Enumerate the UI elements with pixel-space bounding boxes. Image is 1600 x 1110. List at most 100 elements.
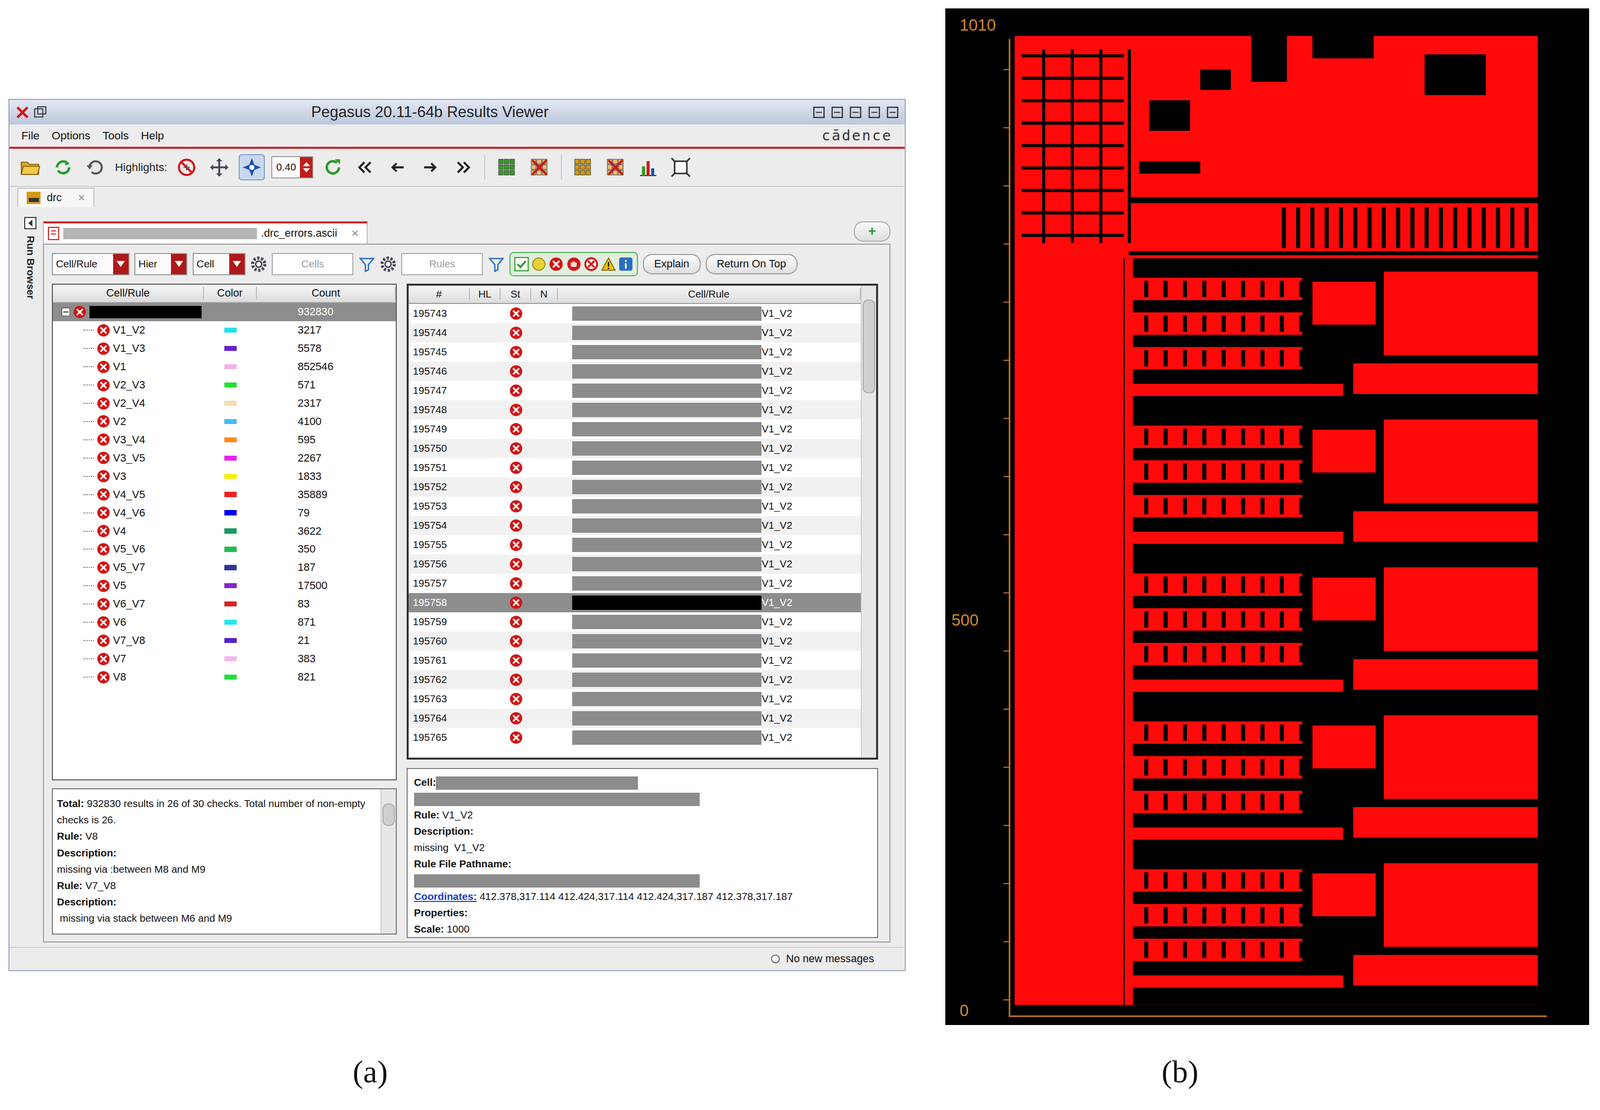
toolbar-button[interactable]	[238, 154, 266, 181]
column-header[interactable]: HL	[469, 288, 501, 300]
tree-root-row[interactable]: 932830	[52, 302, 396, 322]
menu-item[interactable]: File	[21, 128, 40, 143]
rule-row[interactable]: V4_V679	[52, 503, 396, 522]
toolbar-button[interactable]	[602, 154, 630, 181]
result-row[interactable]: 195757V1_V2	[408, 573, 861, 593]
result-row[interactable]: 195759V1_V2	[408, 612, 861, 632]
view-select[interactable]: Cell/Rule	[51, 252, 130, 276]
result-row[interactable]: 195755V1_V2	[408, 535, 861, 555]
waived-filter-icon[interactable]	[566, 256, 582, 272]
result-row[interactable]: 195763V1_V2	[408, 689, 861, 709]
result-row[interactable]: 195765V1_V2	[408, 727, 861, 748]
scrollbar[interactable]	[860, 285, 877, 758]
shade-icon[interactable]	[849, 106, 862, 119]
view-select[interactable]: Hier	[134, 252, 188, 276]
result-row[interactable]: 195761V1_V2	[408, 650, 861, 671]
rule-row[interactable]: V8821	[52, 668, 396, 687]
rule-row[interactable]: V7_V821	[52, 631, 396, 650]
toolbar-button[interactable]	[351, 154, 379, 181]
info-filter-icon[interactable]	[618, 256, 633, 272]
float-icon[interactable]	[868, 106, 881, 119]
column-header[interactable]: Color	[204, 286, 257, 300]
gear-icon[interactable]	[250, 255, 267, 273]
close-icon[interactable]	[886, 106, 899, 119]
rule-row[interactable]: V4_V535889	[52, 485, 396, 504]
result-row[interactable]: 195752V1_V2	[408, 477, 861, 497]
result-row[interactable]: 195750V1_V2	[408, 438, 861, 459]
rule-row[interactable]: V31833	[52, 466, 396, 486]
result-row[interactable]: 195747V1_V2	[408, 380, 861, 401]
toolbar-button[interactable]	[417, 154, 444, 181]
column-header[interactable]: St	[500, 288, 532, 300]
tab-close[interactable]: ×	[78, 190, 85, 205]
menu-item[interactable]: Tools	[102, 128, 129, 143]
result-row[interactable]: 195753V1_V2	[408, 496, 861, 516]
result-row[interactable]: 195760V1_V2	[408, 631, 861, 651]
spinner-icon[interactable]	[299, 157, 313, 178]
result-row[interactable]: 195754V1_V2	[408, 515, 861, 536]
filter-icon[interactable]	[358, 255, 376, 273]
filter-icon[interactable]	[488, 255, 505, 273]
result-row[interactable]: 195762V1_V2	[408, 670, 861, 690]
toolbar-button[interactable]	[173, 154, 201, 181]
rule-row[interactable]: V1852546	[52, 357, 396, 377]
add-tab-button[interactable]: +	[853, 221, 891, 242]
rule-row[interactable]: V2_V42317	[52, 393, 396, 413]
action-button[interactable]: Explain	[642, 253, 701, 275]
view-select[interactable]: Cell	[192, 252, 246, 276]
opacity-field[interactable]: 0.40	[271, 156, 314, 179]
column-header[interactable]: Cell/Rule	[557, 288, 861, 300]
rule-row[interactable]: V24100	[52, 412, 396, 431]
rule-row[interactable]: V43622	[52, 521, 396, 541]
toolbar-button[interactable]	[569, 154, 597, 181]
stay-on-top-icon[interactable]	[831, 106, 844, 119]
rule-row[interactable]: V517500	[52, 576, 396, 595]
check-filter-icon[interactable]	[514, 256, 529, 272]
toolbar-button[interactable]	[449, 154, 477, 181]
rule-row[interactable]: V5_V7187	[52, 558, 396, 577]
result-row[interactable]: 195749V1_V2	[408, 419, 861, 439]
toolbar-button[interactable]	[82, 154, 110, 181]
column-header[interactable]: N	[531, 288, 558, 300]
rule-row[interactable]: V7383	[52, 649, 396, 669]
toolbar-button[interactable]	[526, 154, 553, 181]
tab-close[interactable]: ×	[351, 226, 359, 241]
result-row[interactable]: 195758V1_V2	[408, 592, 861, 613]
toolbar-button[interactable]	[17, 154, 44, 181]
result-row[interactable]: 195746V1_V2	[408, 361, 861, 381]
toolbar-button[interactable]	[634, 154, 662, 181]
menu-item[interactable]: Help	[140, 128, 165, 143]
warning-filter-icon[interactable]	[601, 256, 616, 272]
result-row[interactable]: 195745V1_V2	[408, 342, 861, 362]
toolbar-button[interactable]	[384, 154, 412, 181]
result-row[interactable]: 195748V1_V2	[408, 400, 861, 420]
coordinates-link[interactable]: Coordinates:	[414, 890, 477, 902]
toolbar-button[interactable]	[206, 154, 233, 181]
pending-filter-icon[interactable]	[531, 256, 547, 272]
collapse-icon[interactable]	[24, 216, 37, 230]
run-browser-label[interactable]: Run Browser	[24, 235, 37, 299]
collapse-node-icon[interactable]	[61, 307, 71, 317]
column-header[interactable]: Cell/Rule	[52, 286, 204, 300]
result-row[interactable]: 195751V1_V2	[408, 458, 861, 478]
menu-item[interactable]: Options	[51, 128, 91, 143]
rules-filter-input[interactable]: Rules	[401, 252, 483, 276]
column-header[interactable]: #	[408, 288, 470, 300]
action-button[interactable]: Return On Top	[705, 253, 798, 275]
rule-row[interactable]: V2_V3571	[52, 376, 396, 395]
result-row[interactable]: 195743V1_V2	[408, 303, 861, 324]
gear-icon[interactable]	[379, 255, 397, 273]
result-row[interactable]: 195756V1_V2	[408, 554, 861, 574]
scrollbar[interactable]	[380, 789, 396, 934]
rule-row[interactable]: V1_V23217	[52, 321, 396, 340]
toolbar-button[interactable]	[493, 154, 521, 181]
rule-row[interactable]: V5_V6350	[52, 540, 396, 559]
result-row[interactable]: 195744V1_V2	[408, 323, 861, 343]
cells-filter-input[interactable]: Cells	[271, 252, 354, 276]
result-row[interactable]: 195764V1_V2	[408, 708, 861, 728]
rule-row[interactable]: V3_V4595	[52, 430, 396, 449]
column-header[interactable]: Count	[256, 286, 396, 300]
restore-icon[interactable]	[33, 105, 47, 120]
toolbar-button[interactable]	[319, 154, 347, 181]
rule-row[interactable]: V6871	[52, 613, 396, 632]
